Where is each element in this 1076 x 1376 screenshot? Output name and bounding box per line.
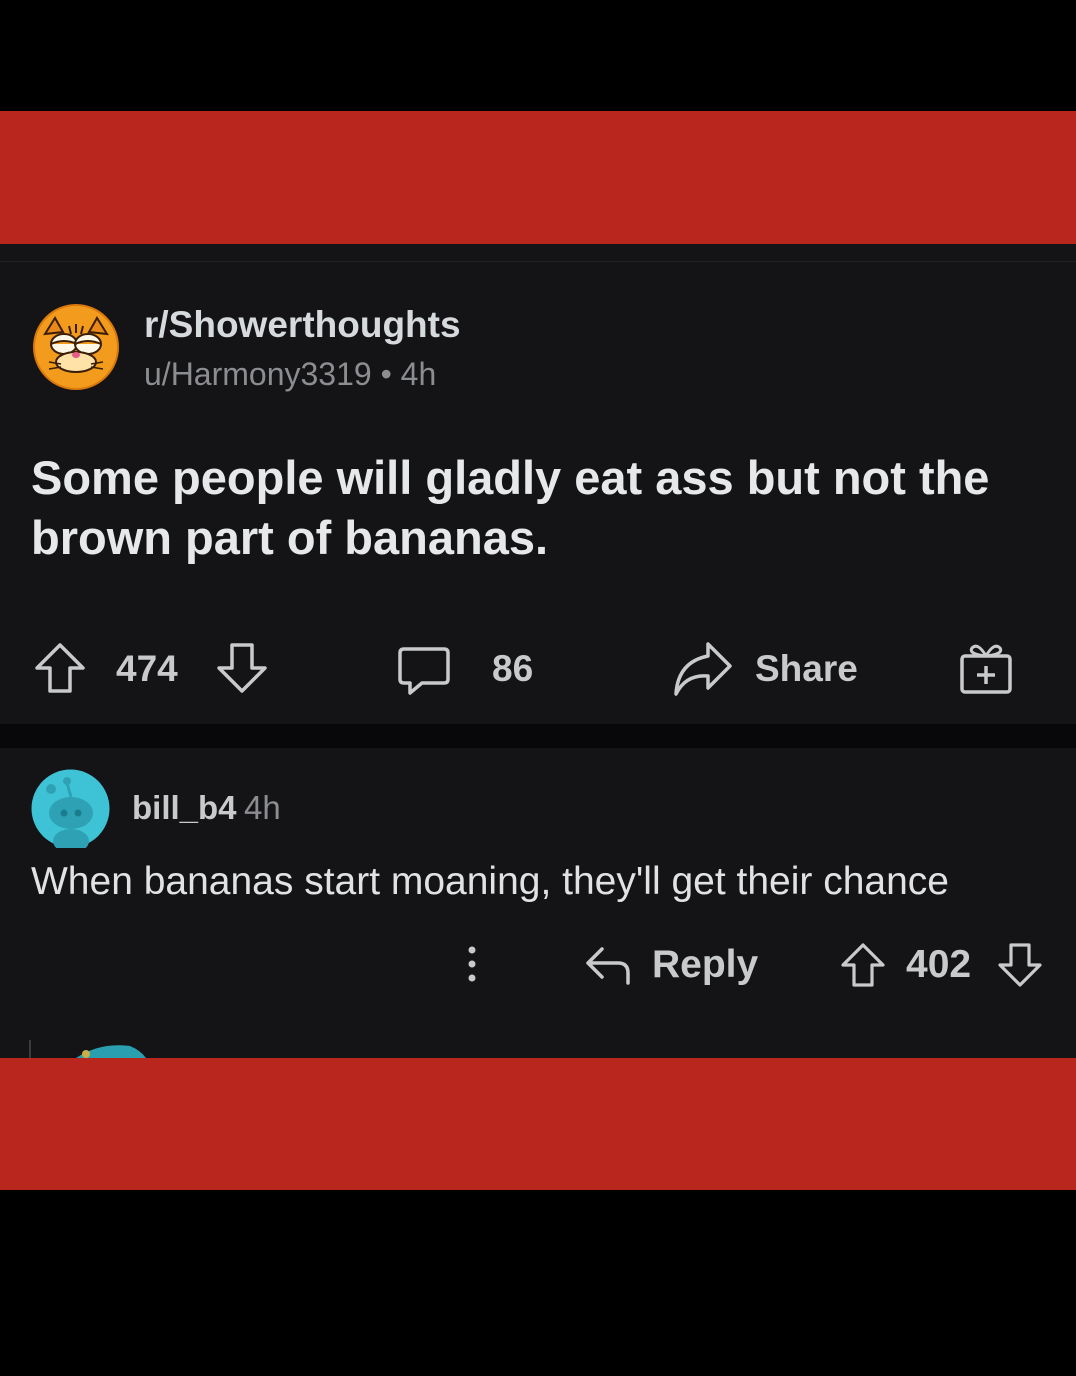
- share-button[interactable]: Share: [755, 648, 858, 690]
- share-icon[interactable]: [672, 638, 734, 700]
- thread-line: [29, 1040, 31, 1058]
- reply-button[interactable]: Reply: [652, 943, 758, 987]
- more-icon[interactable]: [464, 944, 480, 984]
- downvote-icon[interactable]: [215, 641, 269, 695]
- bottom-red-band: [0, 1058, 1076, 1190]
- comment-icon[interactable]: [396, 643, 452, 699]
- upvote-icon[interactable]: [33, 641, 87, 695]
- post-meta[interactable]: u/Harmony3319 • 4h: [144, 356, 436, 393]
- comments-count[interactable]: 86: [492, 648, 533, 690]
- user-avatar[interactable]: [31, 769, 110, 853]
- comment-username[interactable]: bill_b4: [132, 789, 237, 827]
- comment-downvote-icon[interactable]: [997, 942, 1043, 988]
- subreddit-name[interactable]: r/Showerthoughts: [144, 304, 461, 346]
- comment-time: 4h: [244, 789, 281, 826]
- gift-icon[interactable]: [958, 640, 1014, 696]
- comment-upvote-icon[interactable]: [840, 942, 886, 988]
- reply-icon[interactable]: [584, 943, 632, 987]
- post-score: 474: [116, 648, 178, 689]
- post-divider: [0, 261, 1076, 262]
- top-red-band: [0, 111, 1076, 244]
- post-title[interactable]: Some people will gladly eat ass but not …: [31, 448, 1041, 568]
- subreddit-avatar[interactable]: [33, 304, 119, 390]
- section-gap: [0, 724, 1076, 748]
- comment-text[interactable]: When bananas start moaning, they'll get …: [31, 860, 949, 904]
- comment-score: 402: [906, 943, 972, 986]
